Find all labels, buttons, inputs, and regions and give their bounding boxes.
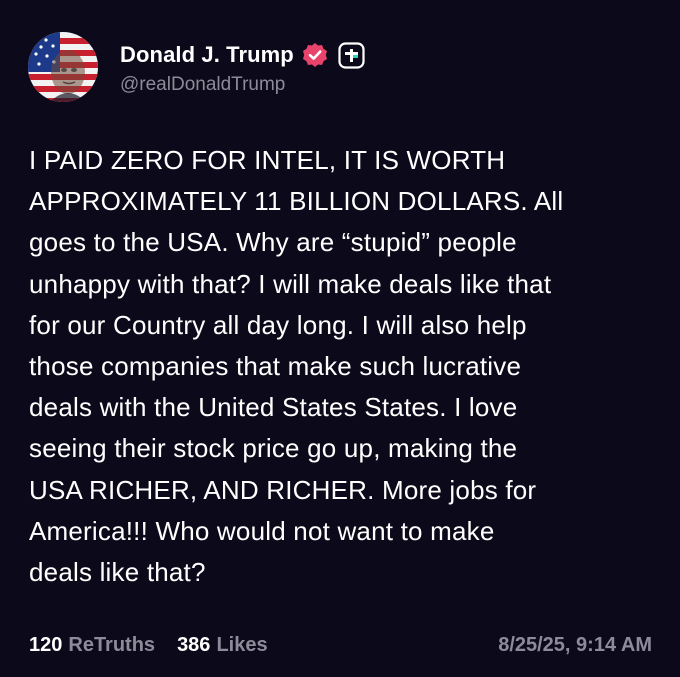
flag-portrait-avatar-icon — [28, 32, 98, 102]
post-line: unhappy with that? I will make deals lik… — [29, 268, 552, 299]
likes-label: Likes — [216, 633, 268, 656]
truth-plus-icon[interactable] — [338, 41, 365, 69]
post-line: America!!! Who would not want to make — [29, 515, 495, 546]
name-row: Donald J. Trump — [120, 38, 365, 72]
verified-badge-icon — [302, 42, 328, 68]
avatar[interactable] — [28, 32, 98, 102]
post-body: I PAID ZERO FOR INTEL, IT IS WORTH APPRO… — [29, 140, 659, 593]
post-line: seeing their stock price go up, making t… — [29, 433, 518, 464]
truth-post-card: Donald J. Trump @realDonaldTrump I PAID … — [0, 0, 680, 677]
likes-stat[interactable]: 386 Likes — [177, 634, 268, 657]
post-timestamp[interactable]: 8/25/25, 9:14 AM — [498, 634, 652, 657]
post-line: for our Country all day long. I will als… — [29, 309, 527, 340]
post-line: APPROXIMATELY 11 BILLION DOLLARS. All — [29, 186, 564, 217]
post-line: those companies that make such lucrative — [29, 351, 522, 382]
author-handle[interactable]: @realDonaldTrump — [120, 74, 365, 96]
post-line: I PAID ZERO FOR INTEL, IT IS WORTH — [29, 145, 506, 175]
post-line: USA RICHER, AND RICHER. More jobs for — [29, 474, 537, 505]
retruths-label: ReTruths — [68, 633, 156, 656]
retruths-count: 120 — [29, 633, 63, 656]
post-header: Donald J. Trump @realDonaldTrump — [28, 32, 365, 102]
likes-count: 386 — [177, 633, 211, 656]
post-line: deals with the United States States. I l… — [29, 392, 518, 423]
post-footer: 120 ReTruths 386 Likes 8/25/25, 9:14 AM — [29, 630, 652, 660]
author-identity: Donald J. Trump @realDonaldTrump — [120, 38, 365, 96]
post-line: goes to the USA. Why are “stupid” people — [29, 227, 517, 258]
retruths-stat[interactable]: 120 ReTruths — [29, 634, 155, 657]
post-line: deals like that? — [29, 557, 206, 588]
author-display-name[interactable]: Donald J. Trump — [120, 42, 294, 68]
